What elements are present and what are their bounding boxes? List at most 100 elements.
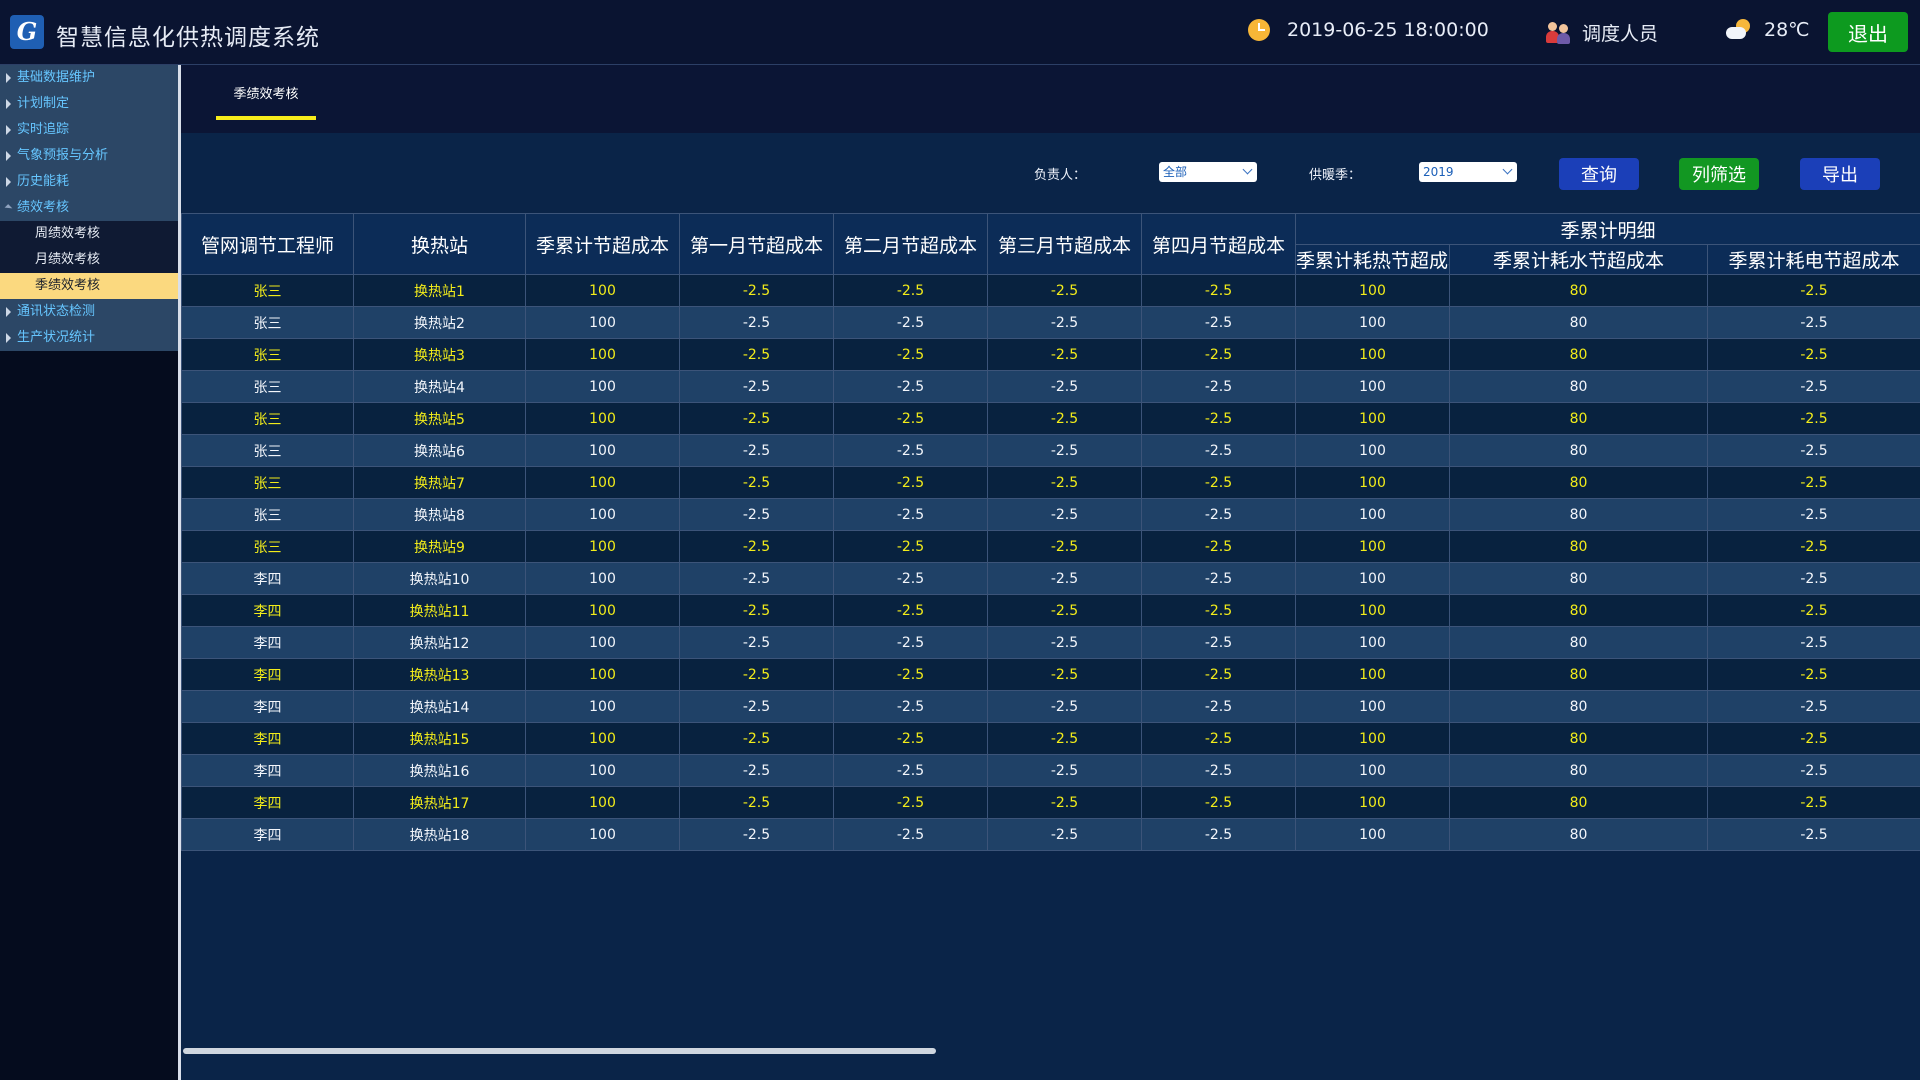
table-cell: -2.5 (1706, 786, 1920, 819)
query-button[interactable]: 查询 (1559, 158, 1639, 190)
table-row[interactable]: 李四 换热站15 100 -2.5 -2.5 -2.5 -2.5 100 80 -2.5 (181, 722, 1920, 755)
season-select[interactable]: 2019 (1419, 162, 1517, 182)
table-cell: 换热站18 (353, 818, 526, 851)
table-cell: -2.5 (1706, 402, 1920, 435)
table-row[interactable]: 李四 换热站13 100 -2.5 -2.5 -2.5 -2.5 100 80 -2.5 (181, 658, 1920, 691)
col-header-month4[interactable]: 第四月节超成本 (1141, 213, 1296, 275)
table-row[interactable]: 张三 换热站8 100 -2.5 -2.5 -2.5 -2.5 100 80 -2.5 (181, 498, 1920, 531)
sidebar-item-label: 计划制定 (17, 96, 70, 111)
table-cell: 李四 (181, 690, 354, 723)
col-header-station[interactable]: 换热站 (353, 213, 526, 275)
table-cell: -2.5 (1141, 562, 1296, 595)
table-cell: -2.5 (679, 786, 834, 819)
column-filter-button[interactable]: 列筛选 (1679, 158, 1759, 190)
table-row[interactable]: 李四 换热站14 100 -2.5 -2.5 -2.5 -2.5 100 80 -2.5 (181, 690, 1920, 723)
table-row[interactable]: 张三 换热站6 100 -2.5 -2.5 -2.5 -2.5 100 80 -2.5 (181, 434, 1920, 467)
table-cell: 100 (1295, 338, 1450, 371)
table-cell: -2.5 (833, 658, 988, 691)
table-cell: 李四 (181, 626, 354, 659)
col-header-month3[interactable]: 第三月节超成本 (987, 213, 1142, 275)
table-cell: 100 (525, 434, 680, 467)
table-cell: -2.5 (1706, 690, 1920, 723)
table-cell: 80 (1449, 562, 1708, 595)
table-cell: 张三 (181, 338, 354, 371)
table-cell: -2.5 (1706, 722, 1920, 755)
table-cell: 张三 (181, 274, 354, 307)
table-cell: -2.5 (1706, 530, 1920, 563)
table-row[interactable]: 张三 换热站9 100 -2.5 -2.5 -2.5 -2.5 100 80 -2.5 (181, 530, 1920, 563)
table-cell: -2.5 (987, 306, 1142, 339)
owner-label: 负责人： (1034, 168, 1087, 183)
tab-bar: 季绩效考核 (181, 65, 1920, 133)
table-cell: 张三 (181, 370, 354, 403)
table-cell: -2.5 (679, 370, 834, 403)
table-cell: 100 (525, 690, 680, 723)
tab-season-assessment[interactable]: 季绩效考核 (216, 85, 316, 105)
col-header-season-total[interactable]: 季累计节超成本 (525, 213, 680, 275)
col-header-engineer[interactable]: 管网调节工程师 (181, 213, 354, 275)
sidebar-menu: 基础数据维护计划制定实时追踪气象预报与分析 历史能耗 绩效考核 周绩效考核 月绩效考核季… (0, 65, 178, 351)
table-cell: -2.5 (833, 498, 988, 531)
table-cell: 换热站4 (353, 370, 526, 403)
export-button[interactable]: 导出 (1800, 158, 1880, 190)
table-cell: -2.5 (987, 818, 1142, 851)
table-cell: 李四 (181, 722, 354, 755)
sidebar-item[interactable]: 历史能耗 (0, 169, 178, 195)
sidebar-subitem[interactable]: 季绩效考核 (0, 273, 178, 299)
table-row[interactable]: 张三 换热站7 100 -2.5 -2.5 -2.5 -2.5 100 80 -2.5 (181, 466, 1920, 499)
table-row[interactable]: 张三 换热站3 100 -2.5 -2.5 -2.5 -2.5 100 80 -2.5 (181, 338, 1920, 371)
table-cell: 张三 (181, 498, 354, 531)
table-row[interactable]: 李四 换热站18 100 -2.5 -2.5 -2.5 -2.5 100 80 -2.5 (181, 818, 1920, 851)
sidebar-subitem[interactable]: 周绩效考核 (0, 221, 178, 247)
table-cell: 100 (525, 338, 680, 371)
col-header-month1[interactable]: 第一月节超成本 (679, 213, 834, 275)
table-row[interactable]: 张三 换热站4 100 -2.5 -2.5 -2.5 -2.5 100 80 -2.5 (181, 370, 1920, 403)
sidebar-item[interactable]: 气象预报与分析 (0, 143, 178, 169)
table-cell: 100 (1295, 562, 1450, 595)
table-cell: 80 (1449, 594, 1708, 627)
sidebar-item[interactable]: 通讯状态检测 (0, 299, 178, 325)
sidebar-item[interactable]: 绩效考核 (0, 195, 178, 221)
table-row[interactable]: 李四 换热站16 100 -2.5 -2.5 -2.5 -2.5 100 80 -2.5 (181, 754, 1920, 787)
owner-select[interactable]: 全部 (1159, 162, 1257, 182)
table-cell: -2.5 (1706, 626, 1920, 659)
table-row[interactable]: 张三 换热站2 100 -2.5 -2.5 -2.5 -2.5 100 80 -2.5 (181, 306, 1920, 339)
horizontal-scrollbar-thumb[interactable] (183, 1048, 936, 1054)
table-cell: -2.5 (987, 274, 1142, 307)
table-row[interactable]: 张三 换热站5 100 -2.5 -2.5 -2.5 -2.5 100 80 -2.5 (181, 402, 1920, 435)
table-cell: 100 (525, 498, 680, 531)
sidebar-item[interactable]: 实时追踪 (0, 117, 178, 143)
table-cell: 80 (1449, 786, 1708, 819)
table-row[interactable]: 张三 换热站1 100 -2.5 -2.5 -2.5 -2.5 100 80 -2.5 (181, 274, 1920, 307)
table-cell: -2.5 (1706, 658, 1920, 691)
sidebar-item-label: 实时追踪 (17, 122, 70, 137)
datetime-display: 2019-06-25 18:00:00 (1248, 19, 1489, 41)
table-row[interactable]: 李四 换热站17 100 -2.5 -2.5 -2.5 -2.5 100 80 -2.5 (181, 786, 1920, 819)
col-group-season-detail: 季累计明细 (1294, 213, 1920, 245)
logout-button[interactable]: 退出 (1828, 12, 1908, 52)
table-cell: -2.5 (1141, 754, 1296, 787)
table-cell: 100 (525, 722, 680, 755)
sidebar-item[interactable]: 生产状况统计 (0, 325, 178, 351)
col-header-electric[interactable]: 季累计耗电节超成本 (1706, 244, 1920, 275)
sidebar-item[interactable]: 计划制定 (0, 91, 178, 117)
col-header-heat[interactable]: 季累计耗热节超成本 (1295, 244, 1450, 275)
app-header: G 智慧信息化供热调度系统 2019-06-25 18:00:00 调度人员 2… (0, 0, 1920, 65)
table-cell: -2.5 (1141, 466, 1296, 499)
table-row[interactable]: 李四 换热站10 100 -2.5 -2.5 -2.5 -2.5 100 80 -2.5 (181, 562, 1920, 595)
table-cell: 100 (1295, 498, 1450, 531)
sidebar-item[interactable]: 基础数据维护 (0, 65, 178, 91)
col-header-month2[interactable]: 第二月节超成本 (833, 213, 988, 275)
table-cell: 换热站17 (353, 786, 526, 819)
sidebar-subitem[interactable]: 月绩效考核 (0, 247, 178, 273)
table-row[interactable]: 李四 换热站11 100 -2.5 -2.5 -2.5 -2.5 100 80 -2.5 (181, 594, 1920, 627)
season-select-value: 2019 (1423, 165, 1454, 179)
table-cell: -2.5 (987, 754, 1142, 787)
table-cell: 100 (525, 370, 680, 403)
table-cell: 80 (1449, 306, 1708, 339)
col-header-water[interactable]: 季累计耗水节超成本 (1449, 244, 1708, 275)
table-cell: -2.5 (679, 530, 834, 563)
user-display: 调度人员 (1546, 19, 1658, 46)
table-cell: -2.5 (987, 466, 1142, 499)
table-row[interactable]: 李四 换热站12 100 -2.5 -2.5 -2.5 -2.5 100 80 -2.5 (181, 626, 1920, 659)
